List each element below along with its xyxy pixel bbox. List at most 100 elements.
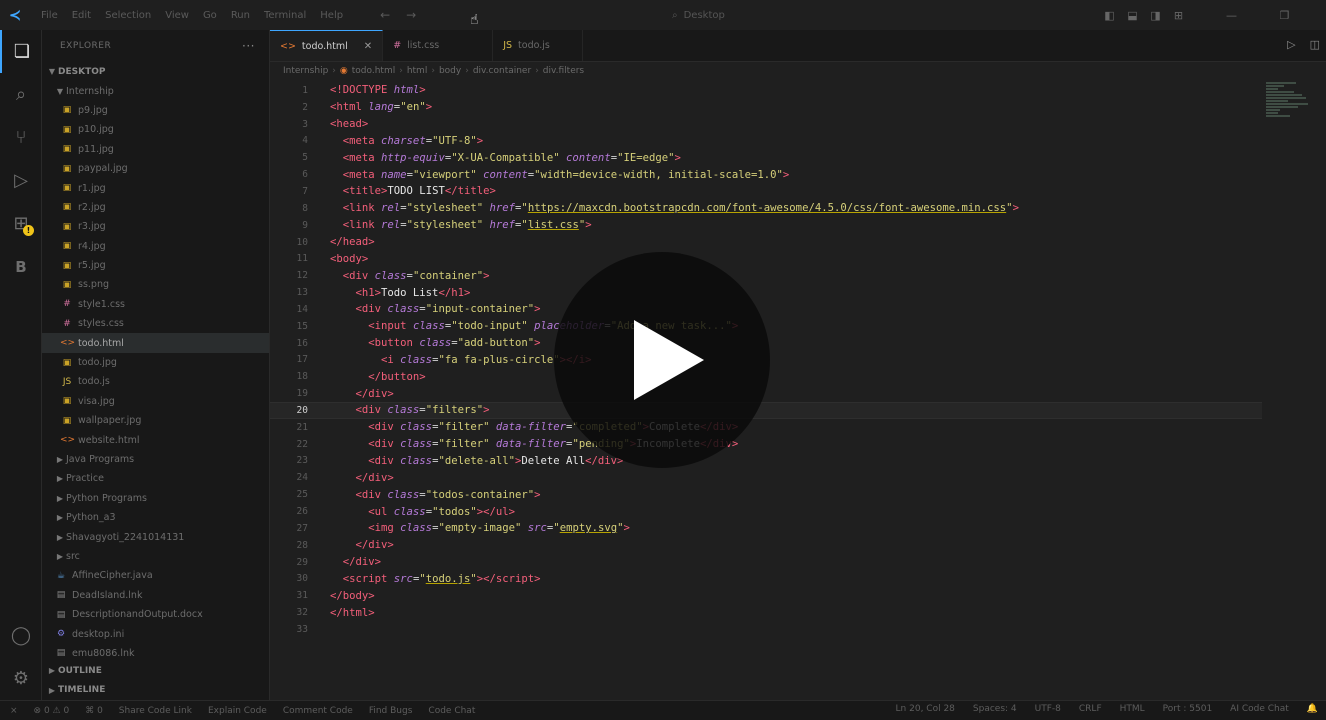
folder-tree-item[interactable]: ▶ Java Programs [42, 450, 269, 469]
run-code-icon[interactable]: ▷ [1287, 38, 1295, 51]
file-tree-item[interactable]: <> website.html [42, 430, 269, 449]
file-tree-item[interactable]: ▤ emu8086.lnk [42, 644, 269, 663]
tab-todo-html[interactable]: <> todo.html ✕ [270, 30, 384, 61]
code-line[interactable]: 10 </head> [270, 234, 1326, 251]
code-line[interactable]: 13 <h1>Todo List</h1> [270, 284, 1326, 301]
extensions-icon[interactable]: ⊞! [0, 202, 42, 245]
root-folder-desktop[interactable]: ▼ DESKTOP [42, 62, 269, 81]
b-extension-icon[interactable]: B [0, 245, 42, 288]
breadcrumb-item[interactable]: todo.html [352, 66, 395, 76]
breadcrumb-item[interactable]: Internship [283, 66, 328, 76]
comment-code[interactable]: Comment Code [283, 706, 353, 716]
menu-help[interactable]: Help [313, 10, 350, 21]
source-control-icon[interactable]: ⑂ [0, 116, 42, 159]
minimize-icon[interactable]: — [1220, 9, 1243, 22]
find-bugs[interactable]: Find Bugs [369, 706, 413, 716]
menu-edit[interactable]: Edit [65, 10, 98, 21]
code-chat[interactable]: Code Chat [428, 706, 475, 716]
code-line[interactable]: 32 </html> [270, 604, 1326, 621]
folder-internship[interactable]: ▼ Internship [42, 81, 269, 100]
file-tree-item[interactable]: ▣ p9.jpg [42, 101, 269, 120]
code-line[interactable]: 3 <head> [270, 116, 1326, 133]
file-tree-item[interactable]: <> todo.html [42, 333, 269, 353]
file-tree-item[interactable]: ▣ ss.png [42, 275, 269, 294]
file-tree-item[interactable]: ▣ todo.jpg [42, 353, 269, 372]
code-line[interactable]: 21 <div class="filter" data-filter="comp… [270, 419, 1326, 436]
code-line[interactable]: 15 <input class="todo-input" placeholder… [270, 318, 1326, 335]
code-line[interactable]: 17 <i class="fa fa-plus-circle"></i> [270, 352, 1326, 369]
problems-status[interactable]: ⊗ 0 ⚠ 0 [34, 706, 70, 716]
code-line[interactable]: 27 <img class="empty-image" src="empty.s… [270, 520, 1326, 537]
file-tree-item[interactable]: ▣ p10.jpg [42, 120, 269, 139]
breadcrumb-item[interactable]: div.filters [543, 66, 584, 76]
folder-tree-item[interactable]: ▶ Python_a3 [42, 508, 269, 527]
explorer-icon[interactable]: ❏ [0, 30, 42, 73]
breadcrumb-item[interactable]: div.container [473, 66, 531, 76]
folder-tree-item[interactable]: ▶ Practice [42, 469, 269, 488]
breadcrumb-item[interactable]: body [439, 66, 461, 76]
account-icon[interactable]: ◯ [0, 614, 42, 657]
tab-list-css[interactable]: # list.css [383, 30, 494, 61]
code-line[interactable]: 5 <meta http-equiv="X-UA-Compatible" con… [270, 149, 1326, 166]
file-tree-item[interactable]: ▣ r5.jpg [42, 256, 269, 275]
code-line[interactable]: 2 <html lang="en"> [270, 99, 1326, 116]
share-code-link[interactable]: Share Code Link [119, 706, 192, 716]
code-line[interactable]: 7 <title>TODO LIST</title> [270, 183, 1326, 200]
file-tree-item[interactable]: ▣ p11.jpg [42, 140, 269, 159]
split-editor-icon[interactable]: ◫ [1310, 38, 1320, 51]
menu-run[interactable]: Run [224, 10, 257, 21]
file-tree-item[interactable]: JS todo.js [42, 372, 269, 391]
code-line[interactable]: 19 </div> [270, 385, 1326, 402]
code-line[interactable]: 6 <meta name="viewport" content="width=d… [270, 166, 1326, 183]
maximize-icon[interactable]: ❐ [1273, 9, 1296, 22]
code-line[interactable]: 23 <div class="delete-all">Delete All</d… [270, 453, 1326, 470]
file-tree-item[interactable]: # styles.css [42, 314, 269, 333]
cursor-position[interactable]: Ln 20, Col 28 [896, 704, 955, 714]
file-tree-item[interactable]: ▤ DescriptionandOutput.docx [42, 605, 269, 624]
language-mode[interactable]: HTML [1120, 704, 1145, 714]
code-line[interactable]: 31 </body> [270, 587, 1326, 604]
command-center-search[interactable]: ⌕ Desktop [672, 6, 912, 24]
outline-section[interactable]: ▶ OUTLINE [42, 661, 269, 680]
folder-tree-item[interactable]: ▶ Python Programs [42, 489, 269, 508]
code-line[interactable]: 9 <link rel="stylesheet" href="list.css"… [270, 217, 1326, 234]
file-tree-item[interactable]: ▤ DeadIsland.lnk [42, 586, 269, 605]
code-line[interactable]: 25 <div class="todos-container"> [270, 486, 1326, 503]
explain-code[interactable]: Explain Code [208, 706, 267, 716]
more-actions-icon[interactable]: ··· [242, 39, 255, 53]
menu-terminal[interactable]: Terminal [257, 10, 313, 21]
video-play-button[interactable] [554, 252, 770, 468]
code-line[interactable]: 20 <div class="filters"> [270, 402, 1262, 419]
file-tree-item[interactable]: ▣ paypal.jpg [42, 159, 269, 178]
indentation[interactable]: Spaces: 4 [973, 704, 1017, 714]
forward-arrow-icon[interactable]: → [406, 8, 416, 22]
file-tree-item[interactable]: ▣ r1.jpg [42, 178, 269, 197]
code-line[interactable]: 8 <link rel="stylesheet" href="https://m… [270, 200, 1326, 217]
folder-tree-item[interactable]: ▶ Shavagyoti_2241014131 [42, 527, 269, 546]
file-tree-item[interactable]: ▣ r4.jpg [42, 237, 269, 256]
file-tree-item[interactable]: ▣ r3.jpg [42, 217, 269, 236]
run-debug-icon[interactable]: ▷ [0, 159, 42, 202]
code-line[interactable]: 4 <meta charset="UTF-8"> [270, 133, 1326, 150]
file-tree-item[interactable]: ▣ wallpaper.jpg [42, 411, 269, 430]
file-tree-item[interactable]: ▣ visa.jpg [42, 392, 269, 411]
tab-todo-js[interactable]: JS todo.js [493, 30, 584, 61]
timeline-section[interactable]: ▶ TIMELINE [42, 681, 269, 700]
file-tree-item[interactable]: # style1.css [42, 295, 269, 314]
code-line[interactable]: 28 </div> [270, 537, 1326, 554]
code-editor[interactable]: 1 <!DOCTYPE html> 2 <html lang="en"> 3 <head>… [270, 82, 1326, 638]
menu-view[interactable]: View [158, 10, 196, 21]
code-line[interactable]: 14 <div class="input-container"> [270, 301, 1326, 318]
code-line[interactable]: 26 <ul class="todos"></ul> [270, 503, 1326, 520]
file-tree-item[interactable]: ⚙ desktop.ini [42, 624, 269, 643]
encoding[interactable]: UTF-8 [1035, 704, 1061, 714]
menu-selection[interactable]: Selection [98, 10, 158, 21]
code-line[interactable]: 11 <body> [270, 250, 1326, 267]
ai-code-chat[interactable]: AI Code Chat [1230, 704, 1289, 714]
ports-status[interactable]: ⌘ 0 [85, 706, 103, 716]
code-line[interactable]: 29 </div> [270, 554, 1326, 571]
code-line[interactable]: 1 <!DOCTYPE html> [270, 82, 1326, 99]
toggle-panel-icon[interactable]: ⬓ [1121, 9, 1144, 22]
code-line[interactable]: 22 <div class="filter" data-filter="pend… [270, 436, 1326, 453]
folder-tree-item[interactable]: ▶ src [42, 547, 269, 566]
